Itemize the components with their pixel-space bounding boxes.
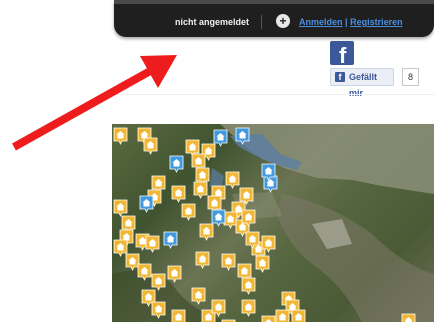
user-bar: nicht angemeldet + Anmelden | Registrier…	[114, 0, 434, 37]
map-pin[interactable]	[223, 211, 238, 229]
map-pin[interactable]	[213, 129, 228, 147]
map-pin[interactable]	[401, 313, 416, 322]
map-pin[interactable]	[113, 127, 128, 145]
map-pin[interactable]	[139, 195, 154, 213]
map-pin[interactable]	[211, 209, 226, 227]
map-pin[interactable]	[171, 309, 186, 322]
map-pin[interactable]	[171, 185, 186, 203]
facebook-logo-icon[interactable]: f	[330, 41, 354, 65]
login-status-text: nicht angemeldet	[175, 17, 250, 27]
user-bar-divider	[261, 15, 262, 29]
map-pin[interactable]	[167, 265, 182, 283]
map-canvas[interactable]	[112, 124, 434, 322]
facebook-like-button[interactable]: f Gefällt mir	[330, 68, 394, 98]
map-pin[interactable]	[113, 199, 128, 217]
map-pin[interactable]	[275, 309, 290, 322]
map-pin[interactable]	[241, 277, 256, 295]
map-pin[interactable]	[225, 171, 240, 189]
map-pin[interactable]	[195, 251, 210, 269]
facebook-logo-letter: f	[339, 43, 347, 65]
map-pin[interactable]	[199, 223, 214, 241]
map-pin[interactable]	[113, 239, 128, 257]
map-pin[interactable]	[145, 235, 160, 253]
map-pin[interactable]	[163, 231, 178, 249]
register-link[interactable]: Registrieren	[350, 17, 403, 27]
map-pin[interactable]	[241, 299, 256, 317]
map-pin[interactable]	[181, 203, 196, 221]
auth-link-separator: |	[345, 17, 348, 27]
login-link[interactable]: Anmelden	[299, 17, 343, 27]
auth-links: Anmelden | Registrieren	[299, 17, 403, 27]
map-pin[interactable]	[143, 137, 158, 155]
map-pin[interactable]	[291, 309, 306, 322]
plus-icon[interactable]: +	[276, 14, 290, 28]
map-pin[interactable]	[191, 287, 206, 305]
map-pin[interactable]	[255, 255, 270, 273]
facebook-small-icon: f	[335, 72, 345, 82]
map-pin[interactable]	[261, 315, 276, 322]
map-view[interactable]	[112, 124, 434, 322]
map-pin[interactable]	[263, 175, 278, 193]
like-count: 8	[402, 68, 419, 86]
map-pin[interactable]	[169, 155, 184, 173]
map-pin[interactable]	[221, 253, 236, 271]
map-pin[interactable]	[125, 253, 140, 271]
map-pin[interactable]	[193, 181, 208, 199]
user-bar-top-strip	[114, 0, 434, 4]
